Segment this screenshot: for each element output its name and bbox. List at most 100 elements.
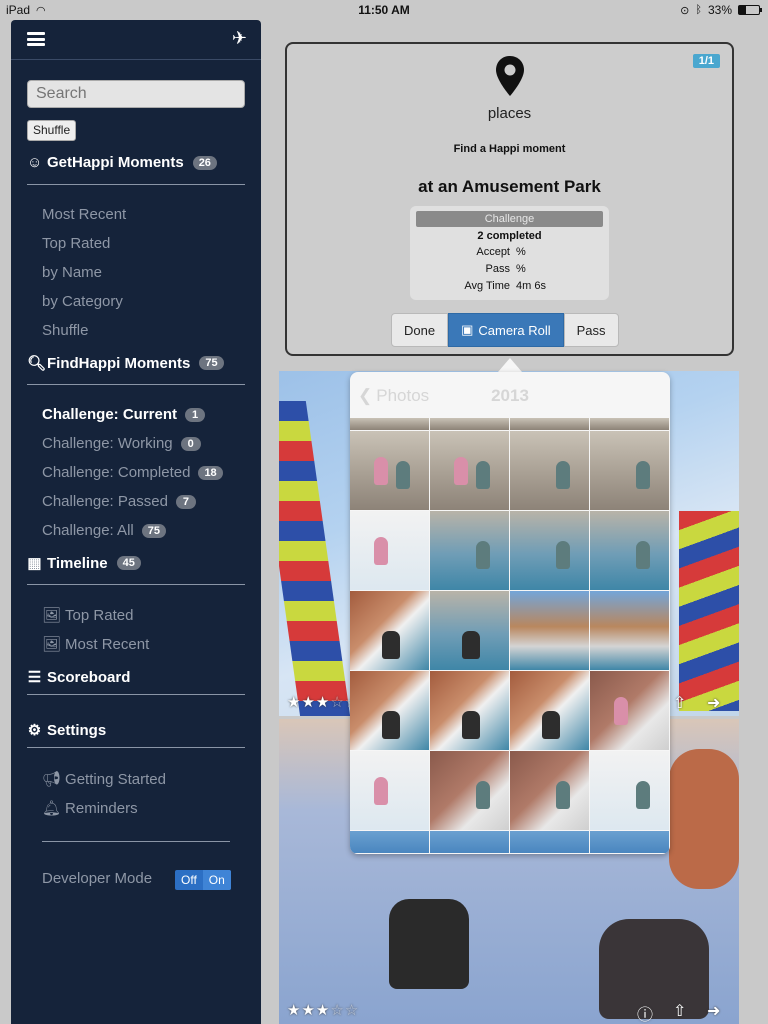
sidebar-item-reminders[interactable]: 🔔︎ Reminders (42, 799, 138, 818)
info-icon[interactable]: ⓘ (637, 1001, 653, 1024)
star-filled-icon[interactable]: ★ (316, 694, 330, 711)
menu-icon[interactable] (27, 32, 45, 46)
swing-rider (669, 749, 739, 889)
photo-thumbnail[interactable] (590, 831, 669, 853)
section-settings[interactable]: ⚙ Settings (27, 721, 245, 740)
section-scoreboard[interactable]: ☰ Scoreboard (27, 668, 245, 687)
challenge-card: 1/1 places Find a Happi moment at an Amu… (285, 42, 734, 356)
clock: 11:50 AM (358, 3, 410, 17)
sidebar-item-getting-started[interactable]: 📢︎ Getting Started (42, 770, 166, 789)
photo-thumbnail[interactable] (430, 431, 509, 510)
battery-percent: 33% (707, 3, 732, 17)
developer-mode-label: Developer Mode (42, 870, 152, 887)
challenge-actions: Done ▣ Camera Roll Pass (391, 313, 619, 347)
toggle-on[interactable]: On (202, 870, 231, 890)
photo-thumbnail[interactable] (430, 511, 509, 590)
photo-thumbnail[interactable] (510, 431, 589, 510)
photo-thumbnail[interactable] (590, 751, 669, 830)
sidebar-item-challenge-working[interactable]: Challenge: Working 0 (42, 435, 201, 452)
sidebar-item-timeline-top-rated[interactable]: 🖼︎ Top Rated (42, 606, 133, 625)
section-findhappi-moments[interactable]: 🔍︎ FindHappi Moments 75 (27, 354, 245, 372)
photo-thumbnail[interactable] (350, 671, 429, 750)
star-filled-icon[interactable]: ★ (301, 1002, 315, 1019)
shuffle-button[interactable]: Shuffle (27, 120, 77, 141)
star-filled-icon[interactable]: ★ (287, 694, 301, 711)
sidebar-item-challenge-completed[interactable]: Challenge: Completed 18 (42, 464, 223, 481)
photo-thumbnail[interactable] (350, 431, 429, 510)
photo-thumbnail[interactable] (350, 591, 429, 670)
photo-thumbnail[interactable] (510, 831, 589, 853)
count-badge: 75 (199, 356, 224, 370)
photo-rating[interactable]: ★★★☆☆ (287, 693, 359, 711)
photo-thumbnail[interactable] (510, 511, 589, 590)
pass-button[interactable]: Pass (563, 313, 619, 347)
section-label: Settings (47, 721, 107, 739)
photo-thumbnail[interactable] (510, 751, 589, 830)
photo-thumbnail[interactable] (430, 751, 509, 830)
photo-thumbnail[interactable] (590, 511, 669, 590)
back-button[interactable]: ❮ Photos (358, 386, 429, 406)
sidebar-item-most-recent[interactable]: Most Recent (42, 206, 126, 223)
swing-rider (599, 919, 709, 1019)
sidebar-item-label: Challenge: Working (42, 435, 173, 452)
star-empty-icon[interactable]: ☆ (330, 1002, 344, 1019)
sidebar-item-label: Challenge: Passed (42, 493, 168, 510)
airplane-icon[interactable]: ✈ (232, 28, 247, 49)
sidebar-item-shuffle[interactable]: Shuffle (42, 322, 88, 339)
photo-thumbnail[interactable] (430, 671, 509, 750)
list-icon: ☰ (27, 669, 42, 686)
camera-roll-button[interactable]: ▣ Camera Roll (448, 313, 564, 347)
stats-row-avg-time: Avg Time 4m 6s (410, 280, 609, 292)
photo-thumbnail[interactable] (590, 591, 669, 670)
sidebar-item-challenge-passed[interactable]: Challenge: Passed 7 (42, 493, 196, 510)
sidebar-item-label: Challenge: All (42, 522, 134, 539)
done-button[interactable]: Done (391, 313, 449, 347)
photo-picker-popover: 2013 ❮ Photos (350, 372, 670, 854)
star-filled-icon[interactable]: ★ (287, 1002, 301, 1019)
photo-thumbnail[interactable] (430, 591, 509, 670)
arrow-right-icon[interactable]: ➜ (707, 693, 720, 713)
popover-header: 2013 ❮ Photos (350, 372, 670, 418)
photo-thumbnail[interactable] (590, 431, 669, 510)
photo-thumbnail[interactable] (510, 591, 589, 670)
photo-thumbnail[interactable] (510, 671, 589, 750)
count-badge: 0 (180, 436, 201, 451)
sidebar-item-label: by Name (42, 264, 103, 281)
stat-label: Pass (485, 263, 510, 275)
sidebar: ✈ Shuffle ☺ GetHappi Moments 26 Most Rec… (11, 20, 261, 1024)
star-filled-icon[interactable]: ★ (301, 694, 315, 711)
developer-mode-toggle[interactable]: Off On (175, 870, 231, 890)
photo-thumbnail[interactable] (350, 831, 429, 853)
photo-thumbnail[interactable] (350, 418, 429, 430)
count-badge: 7 (175, 494, 196, 509)
count-badge: 1 (185, 407, 206, 422)
search-input[interactable] (27, 80, 245, 108)
photo-thumbnail[interactable] (430, 418, 509, 430)
photo-library-icon: ▣ (461, 322, 474, 337)
sidebar-item-by-category[interactable]: by Category (42, 293, 123, 310)
photo-thumbnail[interactable] (350, 511, 429, 590)
ride-stripes (279, 401, 353, 716)
photo-thumbnail[interactable] (430, 831, 509, 853)
section-timeline[interactable]: ▦ Timeline 45 (27, 554, 245, 572)
arrow-right-icon[interactable]: ➜ (707, 1001, 720, 1021)
toggle-off[interactable]: Off (175, 870, 203, 890)
photo-thumbnail[interactable] (590, 418, 669, 430)
star-empty-icon[interactable]: ☆ (330, 694, 344, 711)
divider (42, 841, 230, 842)
star-filled-icon[interactable]: ★ (316, 1002, 330, 1019)
photo-thumbnail[interactable] (510, 418, 589, 430)
photo-rating[interactable]: ★★★☆☆ (287, 1001, 359, 1019)
sidebar-item-challenge-current[interactable]: Challenge: Current 1 (42, 406, 206, 423)
sidebar-item-top-rated[interactable]: Top Rated (42, 235, 110, 252)
share-up-icon[interactable]: ⇧ (673, 1001, 686, 1021)
swing-rider (389, 899, 469, 989)
star-empty-icon[interactable]: ☆ (345, 1002, 359, 1019)
sidebar-item-challenge-all[interactable]: Challenge: All 75 (42, 522, 166, 539)
photo-thumbnail[interactable] (590, 671, 669, 750)
sidebar-item-timeline-most-recent[interactable]: 🖼︎ Most Recent (42, 635, 149, 654)
share-up-icon[interactable]: ⇧ (673, 693, 686, 713)
section-gethappi-moments[interactable]: ☺ GetHappi Moments 26 (27, 154, 245, 171)
photo-thumbnail[interactable] (350, 751, 429, 830)
sidebar-item-by-name[interactable]: by Name (42, 264, 102, 281)
